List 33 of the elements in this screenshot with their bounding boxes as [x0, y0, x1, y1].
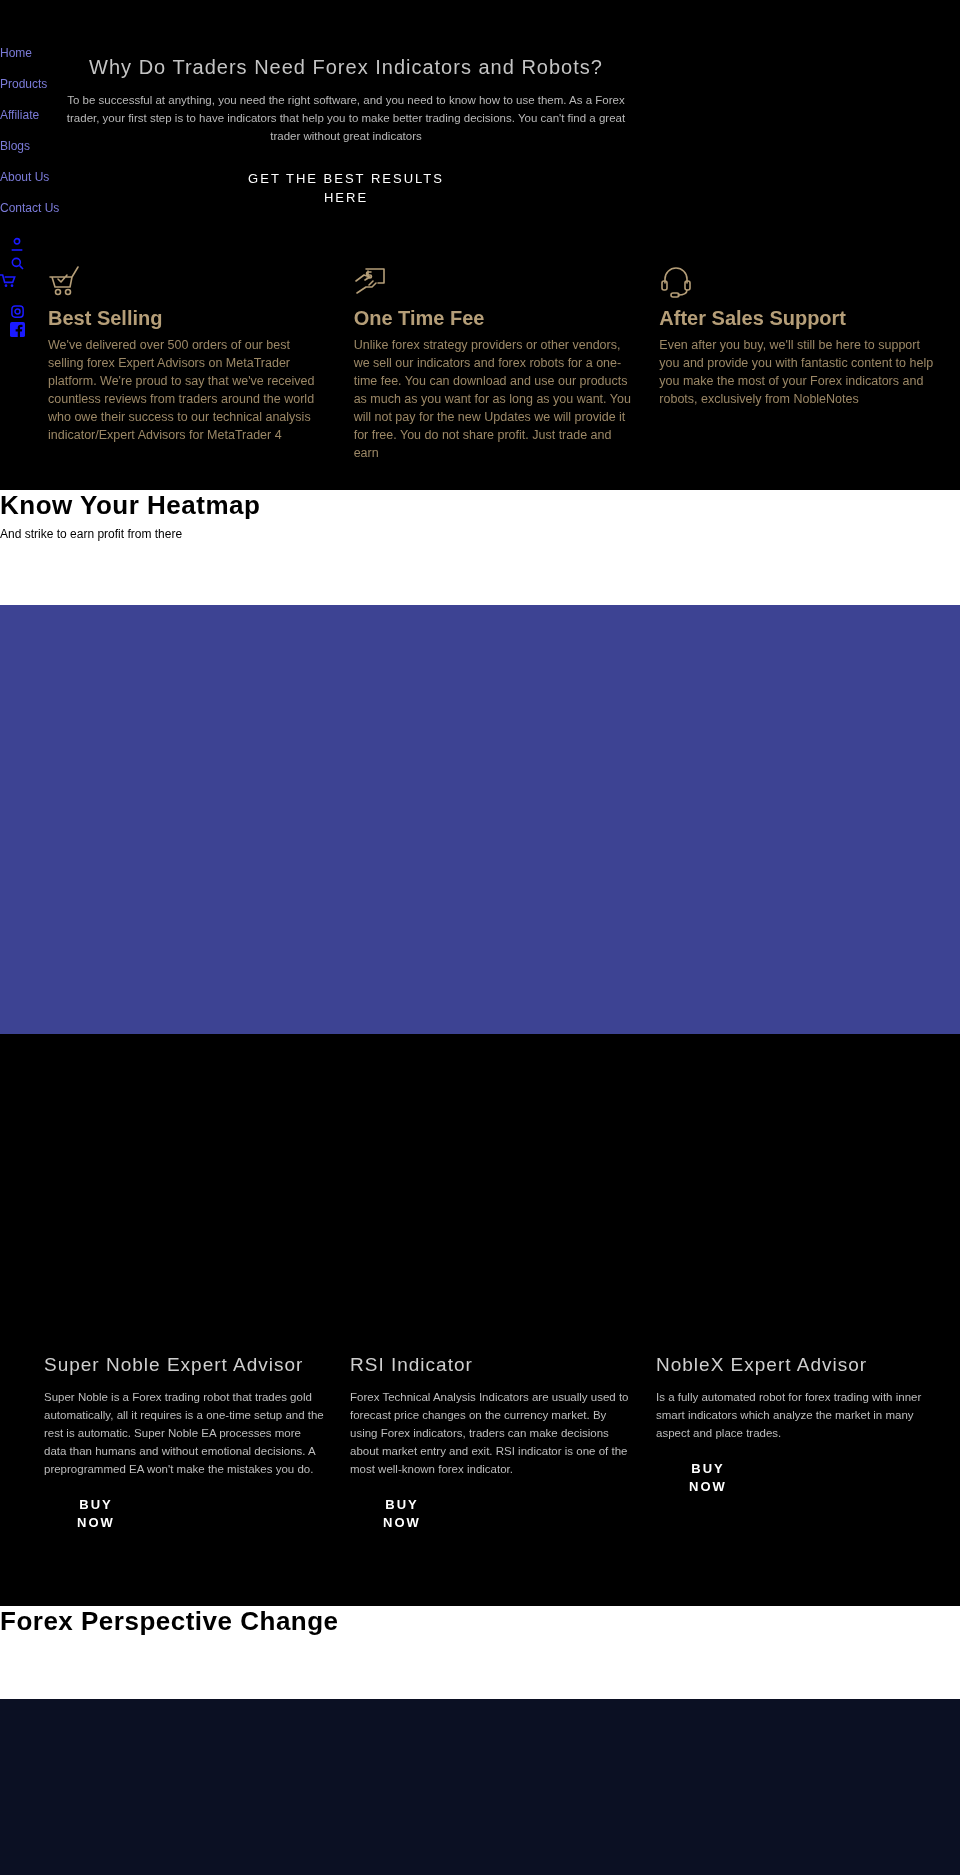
cart-icon[interactable]: [0, 274, 16, 288]
product-text: Super Noble is a Forex trading robot that trades gold automatically, all it requires is a one-time setup and the rest is automatic. Super Noble EA processes more data than humans and without emotional decisions. A preprogrammed EA won't make the mistakes you do.: [44, 1390, 325, 1477]
feature-title: After Sales Support: [659, 307, 848, 330]
product-text: Is a fully automated robot for forex trading with inner smart indicators which analyze the market in many aspect and place trades.: [656, 1390, 923, 1441]
product-title: NobleX Expert Advisor: [656, 1354, 868, 1376]
nav-link[interactable]: Blogs: [0, 137, 60, 155]
product-title: RSI Indicator: [350, 1354, 473, 1376]
feature-title: One Time Fee: [353, 307, 486, 330]
nav-link[interactable]: Products: [0, 75, 60, 93]
product-title: Super Noble Expert Advisor: [44, 1354, 304, 1376]
nav-link[interactable]: About Us: [0, 168, 60, 186]
hero-text: To be successful at anything, you need the right software, and you need to know how to use them. As a Forex trader, your first step is to have indicators that help you to make better trading decisions. You can't find a great trader without great indicators: [66, 93, 626, 144]
feature-text: We've delivered over 500 orders of our best selling forex Expert Advisors on MetaTrader platform. We're proud to say that we've received countless reviews from traders around the world who owe their success to our technical analysis indicator/Expert Advisors for MetaTrader 4: [48, 337, 316, 444]
buy-button[interactable]: BUY NOW: [66, 1496, 126, 1532]
nav-link[interactable]: Contact Us: [0, 199, 60, 217]
instagram-icon[interactable]: [9, 304, 25, 319]
results-button[interactable]: GET THE BEST RESULTS HERE: [231, 169, 461, 207]
buy-button[interactable]: BUY NOW: [372, 1496, 432, 1532]
section-title: Know Your Heatmap: [0, 490, 262, 521]
feature-text: Even after you buy, we'll still be here to support you and provide you with fantastic content to help you make the most of your Forex indicators and robots, exclusively from NobleNotes: [659, 337, 935, 408]
buy-button[interactable]: BUY NOW: [678, 1460, 738, 1496]
hero-title: Why Do Traders Need Forex Indicators and Robots?: [89, 56, 603, 79]
search-icon[interactable]: [9, 255, 25, 271]
feature-text: Unlike forex strategy providers or other vendors, we sell our indicators and forex robots for a one-time fee. You can download and use our products as much as you want for as long as you want. You will not pay for the new Updates we will provide it for free. You do not share profit. Just trade and earn: [353, 337, 632, 462]
facebook-icon[interactable]: [9, 322, 25, 337]
product-text: Forex Technical Analysis Indicators are usually used to forecast price changes on the currency market. By using Forex indicators, traders can make decisions about market entry and exit. RSI indicator is one of the most well-known forex indicator.: [350, 1390, 630, 1477]
headset-icon: [659, 265, 694, 299]
user-icon[interactable]: [9, 236, 25, 252]
section-title: Forex Perspective Change: [0, 1606, 340, 1637]
nav-link[interactable]: Affiliate: [0, 106, 60, 124]
nav-link[interactable]: Home: [0, 44, 60, 62]
feature-title: Best Selling: [48, 307, 164, 330]
section-subtitle: And strike to earn profit from there: [0, 527, 184, 541]
